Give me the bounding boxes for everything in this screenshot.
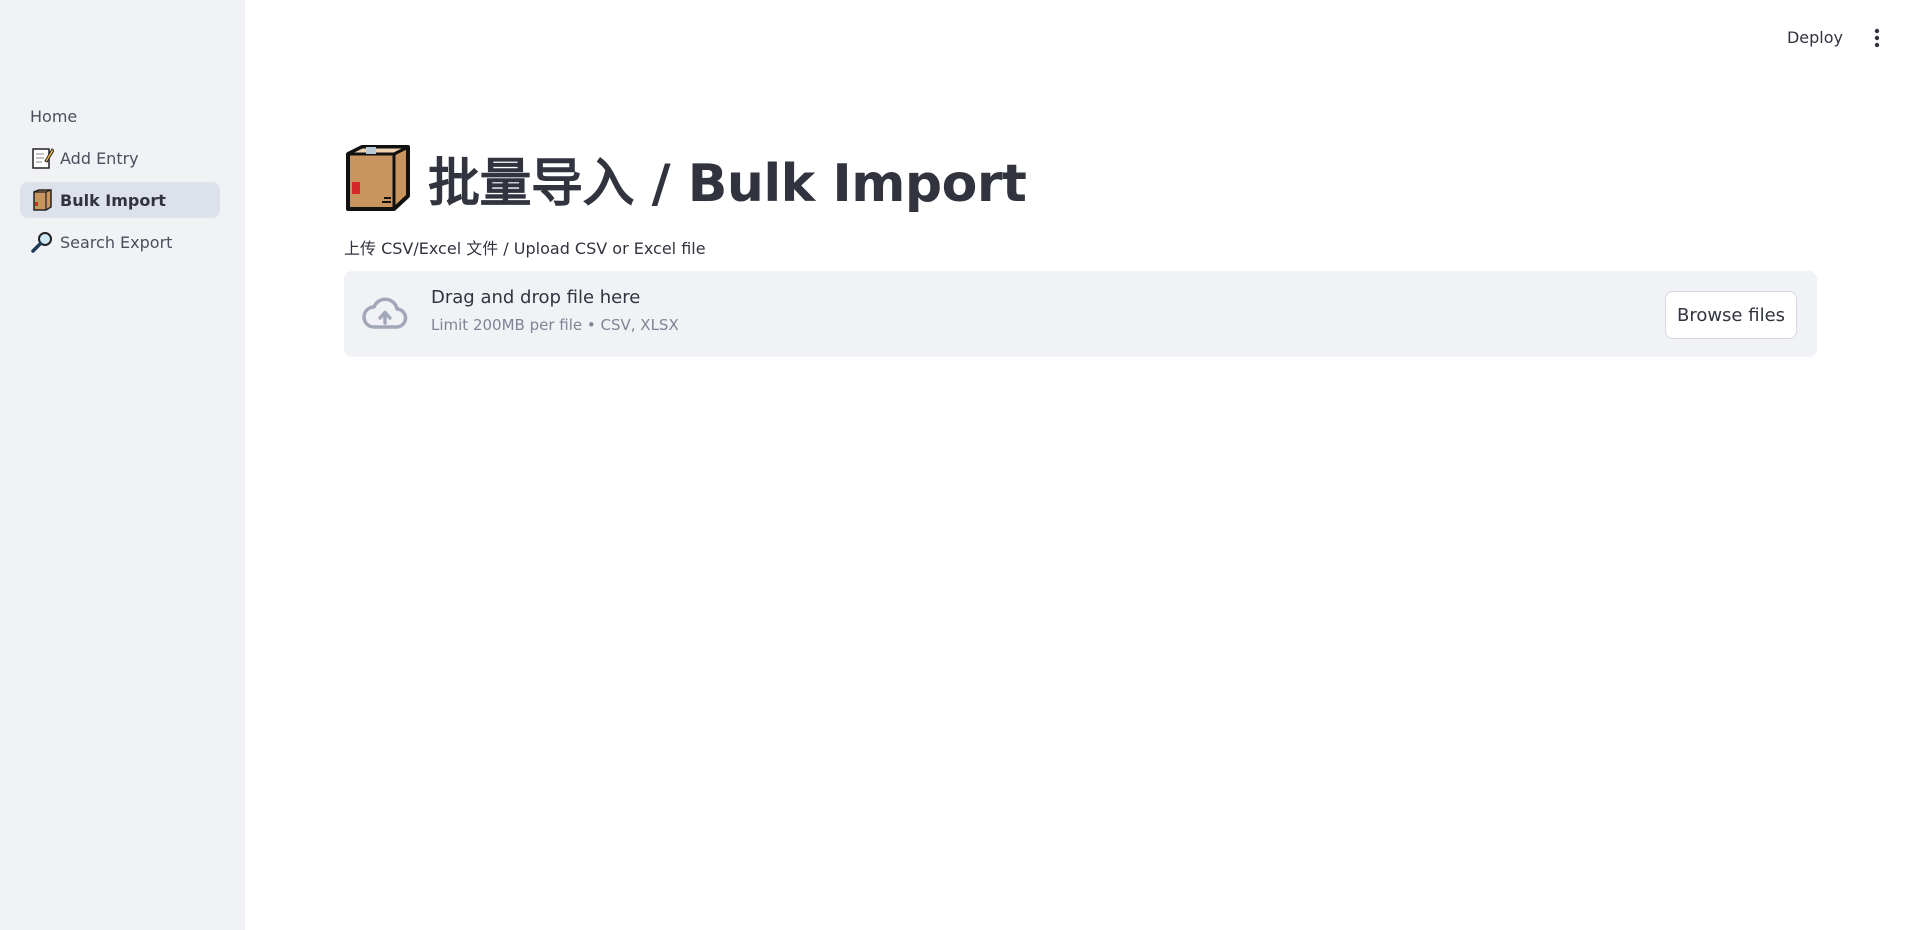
dropzone-title: Drag and drop file here [431, 287, 641, 308]
sidebar-item-home[interactable]: Home [20, 98, 220, 134]
memo-icon [32, 148, 54, 169]
file-dropzone[interactable]: Drag and drop file here Limit 200MB per … [344, 271, 1817, 357]
deploy-button[interactable]: Deploy [1779, 22, 1851, 53]
sidebar-item-bulk-import[interactable]: Bulk Import [20, 182, 220, 218]
page-header: 批量导入 / Bulk Import [344, 140, 1817, 216]
package-icon [346, 145, 410, 211]
magnifier-icon [31, 232, 52, 253]
sidebar-item-search-export[interactable]: Search Export [20, 224, 220, 260]
sidebar-item-add-entry[interactable]: Add Entry [20, 140, 220, 176]
dropzone-instructions: Drag and drop file here Limit 200MB per … [431, 287, 679, 334]
sidebar-nav: Home Add Entry Bulk Import Search Export [20, 98, 220, 266]
sidebar-item-label: Bulk Import [60, 190, 166, 210]
package-icon [33, 189, 52, 211]
header-actions: Deploy [1779, 22, 1887, 53]
sidebar: Home Add Entry Bulk Import Search Export [0, 0, 245, 930]
sidebar-item-label: Home [30, 106, 78, 126]
main-content: 批量导入 / Bulk Import 上传 CSV/Excel 文件 / Upl… [344, 140, 1817, 357]
kebab-menu-icon[interactable] [1867, 23, 1887, 53]
sidebar-item-label: Add Entry [60, 148, 139, 168]
dropzone-limit: Limit 200MB per file • CSV, XLSX [431, 316, 679, 334]
cloud-upload-icon [362, 297, 408, 329]
sidebar-item-label: Search Export [60, 232, 173, 252]
page-title: 批量导入 / Bulk Import [428, 153, 1027, 214]
upload-label: 上传 CSV/Excel 文件 / Upload CSV or Excel fi… [344, 239, 706, 258]
browse-files-button[interactable]: Browse files [1665, 291, 1797, 339]
